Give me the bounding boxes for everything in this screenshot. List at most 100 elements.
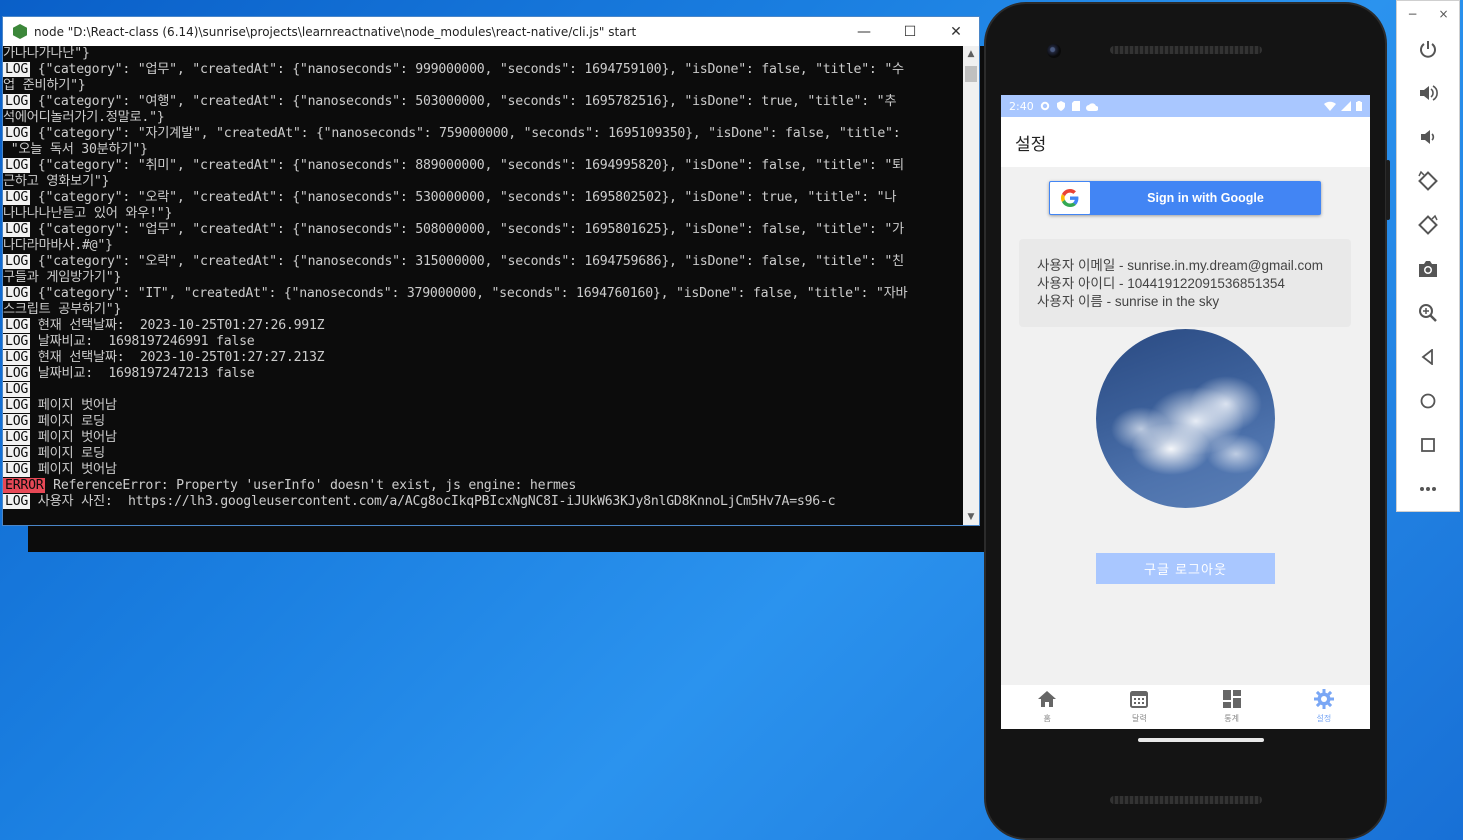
google-logo-icon [1050,182,1090,214]
tab-label: 설정 [1316,714,1332,723]
console-line: LOG {"category": "업무", "createdAt": {"na… [3,222,963,238]
console-line: 근하고 영화보기"} [3,174,963,190]
console-line-text: 현재 선택날짜: 2023-10-25T01:27:27.213Z [30,350,325,365]
back-icon [1421,349,1433,365]
console-line-text: {"category": "자기계발", "createdAt": {"nano… [30,126,901,141]
console-line-text: {"category": "오락", "createdAt": {"nanose… [30,190,897,205]
console-line: 구들과 게임방가기"} [3,270,963,286]
home-icon [1037,689,1057,709]
tab-calendar[interactable]: 달력 [1093,685,1185,729]
dashboard-icon [1222,689,1242,709]
tab-settings[interactable]: 설정 [1278,685,1370,729]
console-line-text: 가나나가나난"} [3,46,90,61]
tab-label: 달력 [1132,714,1147,723]
console-line: 석에어디놀러가기.정말로."} [3,110,963,126]
minimize-button[interactable]: — [841,17,887,46]
more-icon [1420,487,1436,491]
google-logout-button[interactable]: 구글 로그아웃 [1096,553,1275,584]
log-tag: LOG [3,462,31,477]
console-titlebar[interactable]: node "D:\React-class (6.14)\sunrise\proj… [3,17,979,46]
console-line-text: 페이지 벗어남 [30,430,117,445]
power-button[interactable] [1397,27,1459,71]
console-line-text: 근하고 영화보기"} [3,174,110,189]
home-button[interactable] [1397,379,1459,423]
camera-icon [1419,261,1437,277]
emulator-toolbar: − × [1396,0,1460,512]
status-time: 2:40 [1009,99,1034,113]
console-line: LOG {"category": "IT", "createdAt": {"na… [3,286,963,302]
console-line-text: 날짜비교: 1698197246991 false [30,334,255,349]
volume-down-icon [1421,130,1435,144]
log-tag: LOG [3,62,31,77]
home-indicator[interactable] [1138,738,1264,742]
log-tag: LOG [3,430,31,445]
error-tag: ERROR [3,478,46,493]
log-tag: LOG [3,318,31,333]
console-line: 업 준비하기"} [3,78,963,94]
tab-label: 홈 [1043,714,1051,723]
console-line: LOG 페이지 로딩 [3,414,963,430]
user-email: 사용자 이메일 - sunrise.in.my.dream@gmail.com [1037,258,1324,273]
scroll-up-icon[interactable]: ▲ [963,46,979,62]
console-line: LOG {"category": "여행", "createdAt": {"na… [3,94,963,110]
maximize-button[interactable]: ☐ [887,17,933,46]
tab-home[interactable]: 홈 [1001,685,1093,729]
console-line-text: 나다라마바사.#@"} [3,238,113,253]
console-scrollbar[interactable]: ▲ ▼ [963,46,979,525]
log-tag: LOG [3,350,31,365]
phone-side-button [1386,160,1390,220]
google-signin-button[interactable]: Sign in with Google [1049,181,1321,215]
emulator-close-button[interactable]: × [1438,7,1448,21]
wifi-icon [1324,101,1336,111]
phone-frame: 2:40 설정 Sign in with Google 사용자 이메일 - su… [984,2,1387,840]
console-line-text: 사용자 사진: https://lh3.googleusercontent.co… [30,494,836,509]
console-window[interactable]: node "D:\React-class (6.14)\sunrise\proj… [2,16,980,526]
console-line: "오늘 독서 30분하기"} [3,142,963,158]
console-line: LOG 현재 선택날짜: 2023-10-25T01:27:27.213Z [3,350,963,366]
volume-up-icon [1420,85,1438,101]
log-tag: LOG [3,494,31,509]
tab-statistics[interactable]: 통계 [1186,685,1278,729]
console-line: LOG {"category": "취미", "createdAt": {"na… [3,158,963,174]
window-controls: — ☐ ✕ [841,17,979,46]
log-tag: LOG [3,222,31,237]
rotate-right-button[interactable] [1397,203,1459,247]
log-tag: LOG [3,382,31,397]
log-tag: LOG [3,94,31,109]
volume-up-button[interactable] [1397,71,1459,115]
console-line-text: {"category": "업무", "createdAt": {"nanose… [30,62,904,77]
console-line: LOG 페이지 벗어남 [3,430,963,446]
close-button[interactable]: ✕ [933,17,979,46]
console-line-text: {"category": "여행", "createdAt": {"nanose… [30,94,897,109]
phone-screen[interactable]: 2:40 설정 Sign in with Google 사용자 이메일 - su… [1001,95,1370,729]
page-title: 설정 [1015,134,1047,155]
back-button[interactable] [1397,335,1459,379]
more-button[interactable] [1397,467,1459,511]
log-tag: LOG [3,446,31,461]
overview-button[interactable] [1397,423,1459,467]
nodejs-icon [13,24,27,39]
rotate-left-button[interactable] [1397,159,1459,203]
sdcard-status-icon [1071,101,1080,111]
console-line-text: 석에어디놀러가기.정말로."} [3,110,165,125]
log-tag: LOG [3,126,31,141]
scroll-thumb[interactable] [965,66,977,82]
log-tag: LOG [3,286,31,301]
console-line: 나나나나난듣고 있어 와우!"} [3,206,963,222]
volume-down-button[interactable] [1397,115,1459,159]
console-line-text: 나나나나난듣고 있어 와우!"} [3,206,173,221]
app-header: 설정 [1001,117,1370,167]
console-line: LOG 페이지 로딩 [3,446,963,462]
console-output[interactable]: 가나나가나난"} LOG {"category": "업무", "createdA… [3,46,963,525]
power-icon [1420,41,1436,58]
console-line-text: 페이지 로딩 [30,446,105,461]
console-line: 가나나가나난"} [3,46,963,62]
calendar-icon [1129,689,1149,709]
console-line: LOG {"category": "업무", "createdAt": {"na… [3,62,963,78]
screenshot-button[interactable] [1397,247,1459,291]
emulator-minimize-button[interactable]: − [1407,7,1417,21]
scroll-down-icon[interactable]: ▼ [963,509,979,525]
console-line: 나다라마바사.#@"} [3,238,963,254]
user-profile-photo [1096,329,1275,508]
zoom-button[interactable] [1397,291,1459,335]
